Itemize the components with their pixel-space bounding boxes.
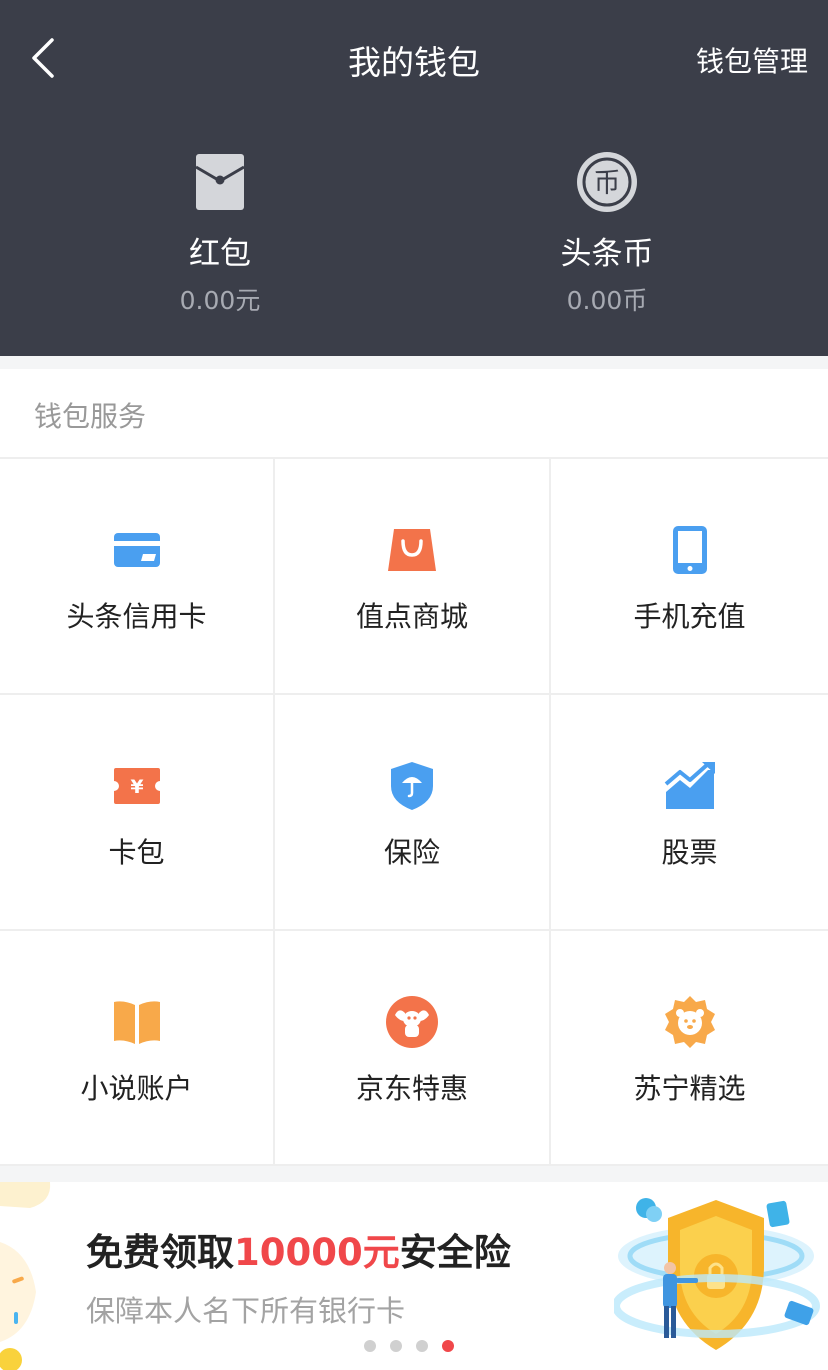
wallet-services-panel: 钱包服务 头条信用卡 值点商城 手机充值 ¥ 卡包 保险 股票 小说账户 京东特… bbox=[0, 369, 828, 1166]
yen-glyph: ¥ bbox=[130, 776, 143, 798]
red-packet-entry[interactable]: 红包 0.00元 bbox=[110, 148, 330, 317]
banner-title-suffix: 安全险 bbox=[399, 1231, 511, 1274]
red-packet-value: 0.00元 bbox=[179, 286, 261, 315]
jd-dog-icon bbox=[386, 996, 438, 1048]
service-stocks[interactable]: 股票 bbox=[551, 695, 828, 931]
coin-glyph: 币 bbox=[594, 168, 621, 199]
banner-subtitle: 保障本人名下所有银行卡 bbox=[86, 1294, 406, 1328]
service-label: 苏宁精选 bbox=[633, 1072, 746, 1105]
service-label: 保险 bbox=[383, 836, 440, 869]
wallet-header: 我的钱包 钱包管理 红包 0.00元 币 头条币 0.00币 bbox=[0, 0, 828, 356]
service-novel-account[interactable]: 小说账户 bbox=[0, 931, 275, 1166]
banner-title: 免费领取10000元安全险 bbox=[86, 1222, 511, 1276]
wallet-manage-button[interactable]: 钱包管理 bbox=[696, 40, 808, 80]
credit-card-icon bbox=[113, 533, 160, 567]
shield-umbrella-icon bbox=[391, 762, 433, 810]
coupon-icon: ¥ bbox=[113, 768, 160, 804]
coin-icon: 币 bbox=[577, 152, 637, 212]
services-grid: 头条信用卡 值点商城 手机充值 ¥ 卡包 保险 股票 小说账户 京东特惠 苏宁精… bbox=[0, 457, 828, 1166]
carousel-dot[interactable] bbox=[390, 1340, 402, 1352]
service-label: 卡包 bbox=[108, 836, 165, 869]
carousel-dot[interactable] bbox=[442, 1340, 454, 1352]
service-label: 值点商城 bbox=[355, 600, 468, 633]
service-suning-selection[interactable]: 苏宁精选 bbox=[551, 931, 828, 1166]
banner-title-amount: 10000元 bbox=[234, 1231, 400, 1274]
carousel-dot[interactable] bbox=[364, 1340, 376, 1352]
banner-title-prefix: 免费领取 bbox=[86, 1231, 234, 1274]
stock-chart-icon bbox=[664, 762, 715, 809]
security-shield-illustration bbox=[614, 1198, 820, 1350]
service-insurance[interactable]: 保险 bbox=[275, 695, 551, 931]
suning-lion-icon bbox=[664, 996, 715, 1048]
service-card-wallet[interactable]: ¥ 卡包 bbox=[0, 695, 275, 931]
coin-label: 头条币 bbox=[560, 236, 654, 272]
service-label: 头条信用卡 bbox=[66, 600, 207, 633]
service-mall[interactable]: 值点商城 bbox=[275, 459, 551, 695]
phone-icon bbox=[672, 526, 707, 574]
coin-value: 0.00币 bbox=[566, 286, 648, 315]
service-jd-deals[interactable]: 京东特惠 bbox=[275, 931, 551, 1166]
service-label: 小说账户 bbox=[80, 1072, 193, 1105]
carousel-dots bbox=[364, 1340, 454, 1352]
section-title: 钱包服务 bbox=[34, 400, 147, 433]
service-label: 手机充值 bbox=[633, 600, 746, 633]
red-packet-label: 红包 bbox=[189, 236, 251, 272]
service-credit-card[interactable]: 头条信用卡 bbox=[0, 459, 275, 695]
service-label: 股票 bbox=[661, 836, 718, 869]
carousel-dot[interactable] bbox=[416, 1340, 428, 1352]
service-label: 京东特惠 bbox=[355, 1072, 468, 1105]
shopping-bag-icon bbox=[388, 529, 436, 571]
toutiao-coin-entry[interactable]: 币 头条币 0.00币 bbox=[497, 148, 717, 317]
service-phone-recharge[interactable]: 手机充值 bbox=[551, 459, 828, 695]
confetti-decoration bbox=[0, 1182, 51, 1370]
envelope-icon bbox=[195, 154, 245, 210]
book-icon bbox=[113, 1001, 160, 1044]
promo-banner[interactable]: 免费领取10000元安全险 保障本人名下所有银行卡 bbox=[0, 1182, 828, 1370]
